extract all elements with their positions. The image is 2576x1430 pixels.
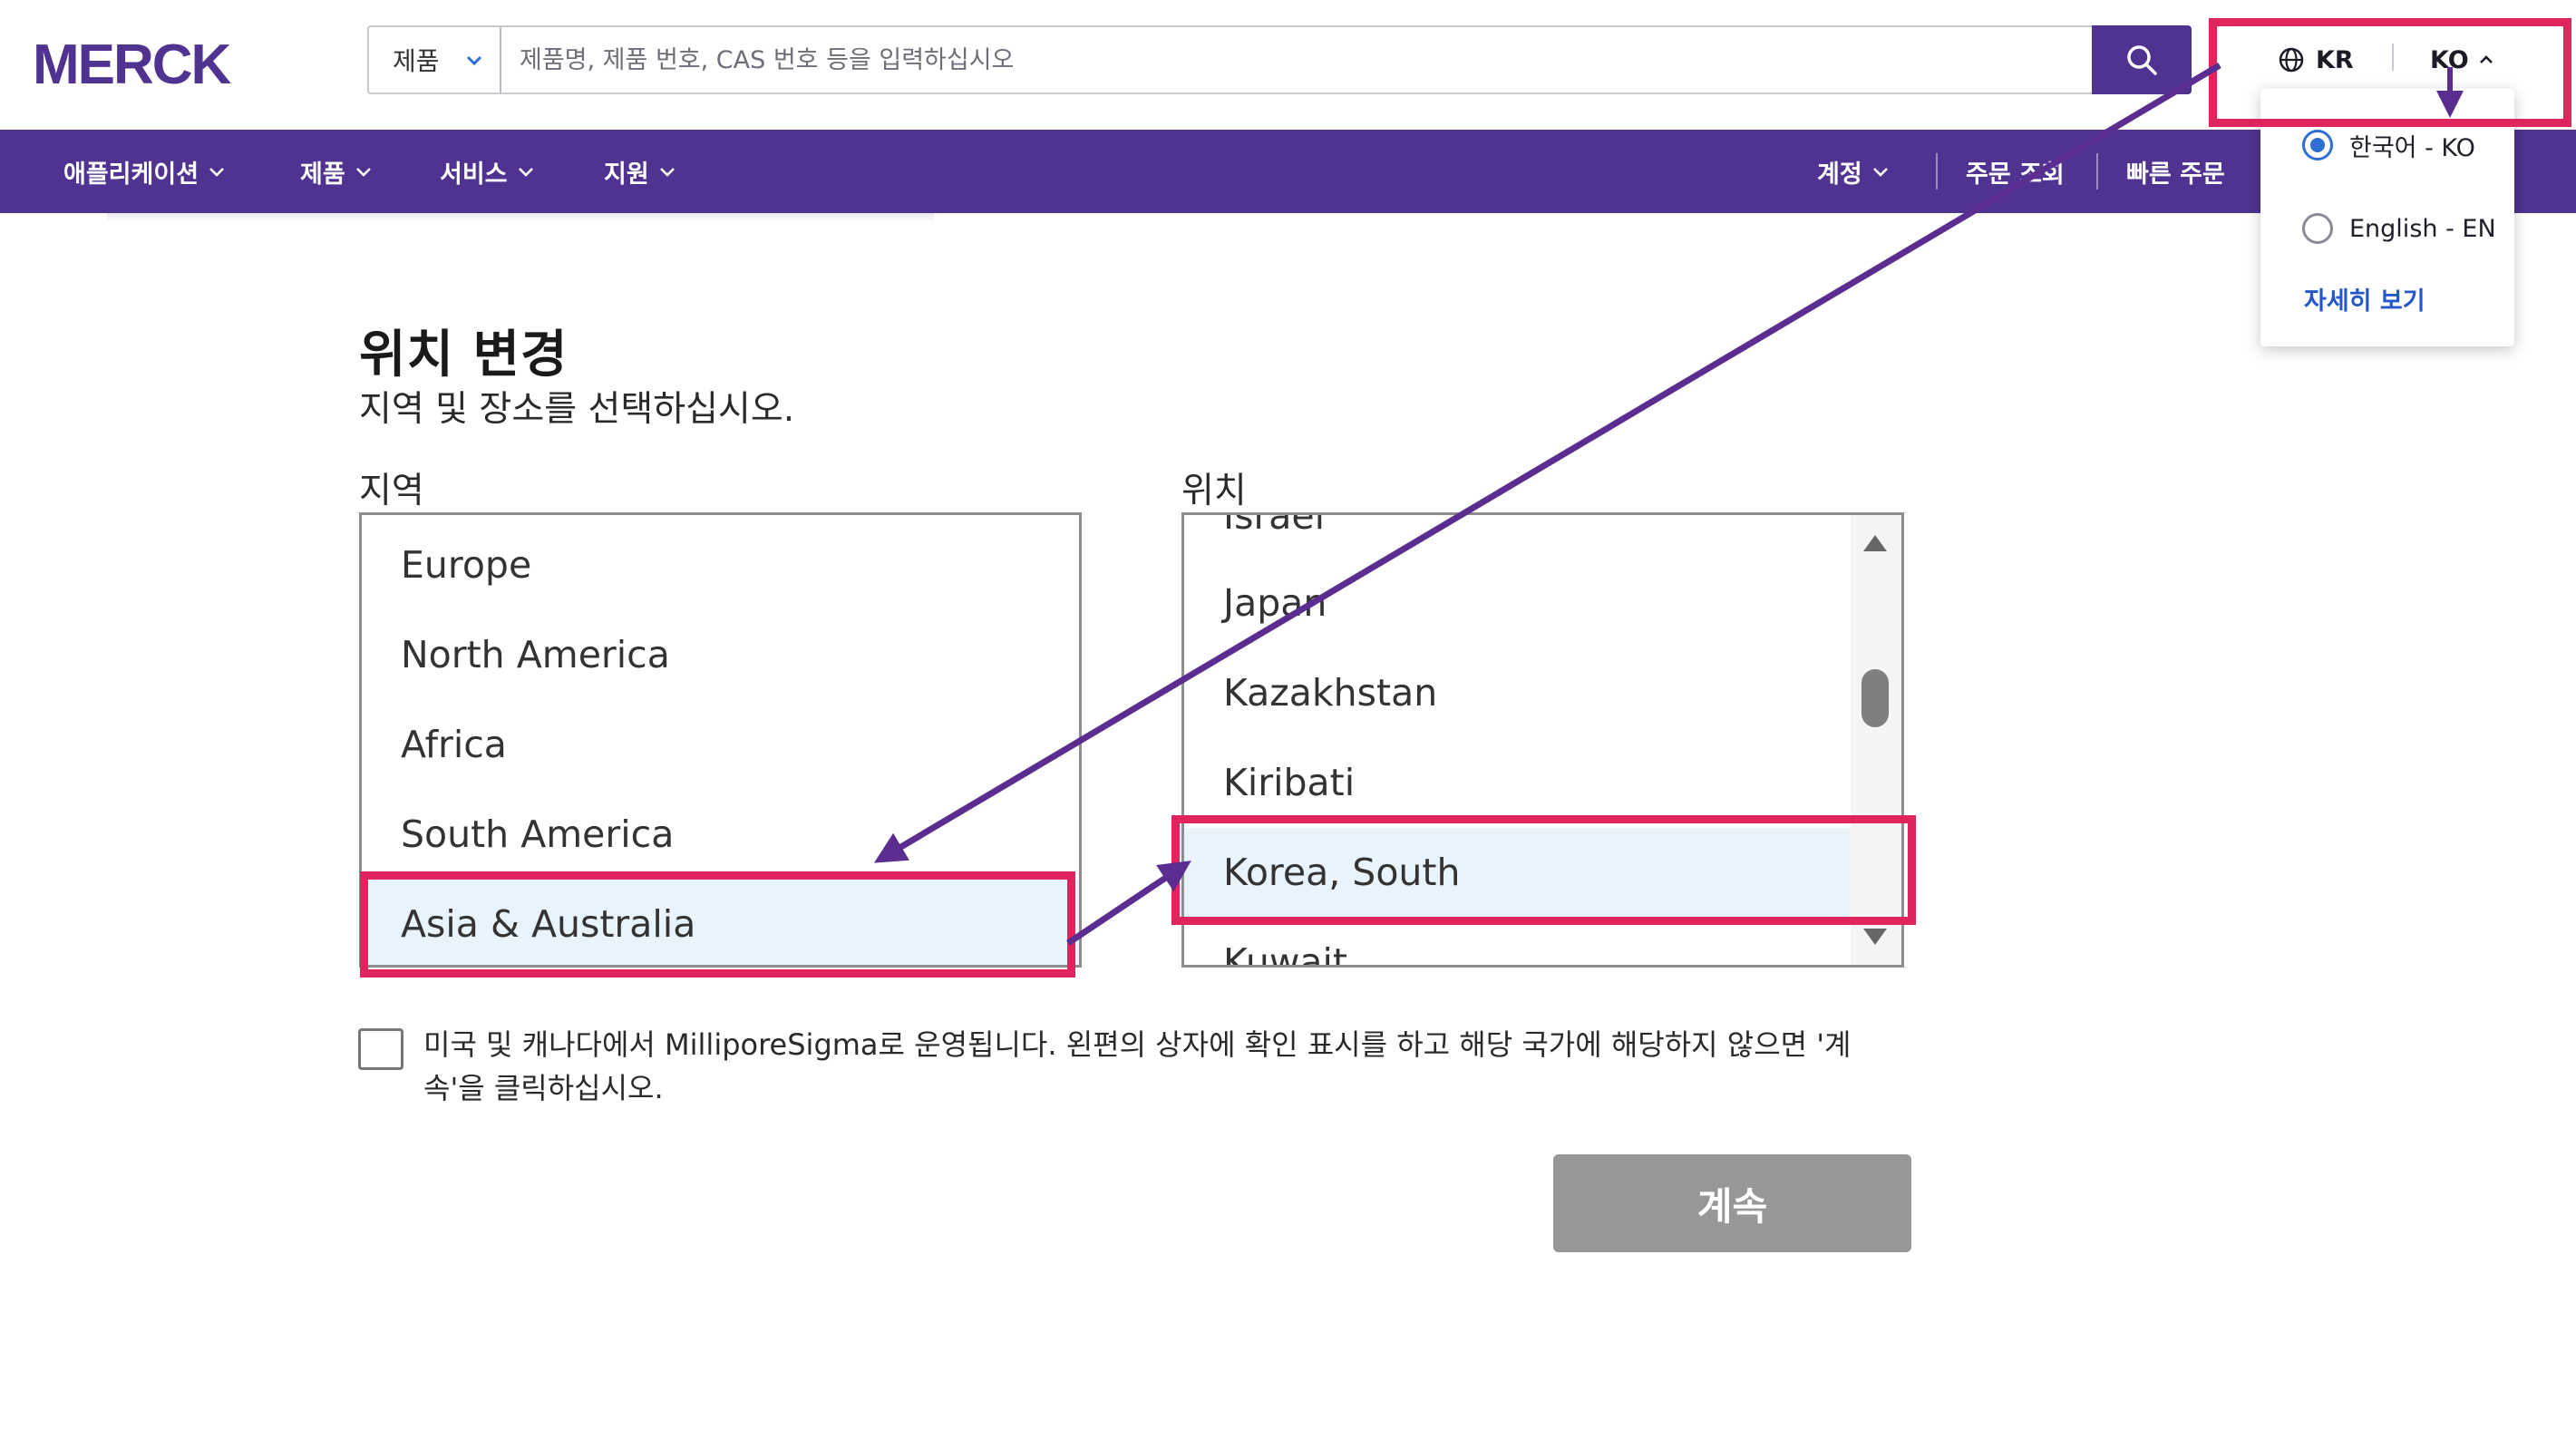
nav-label: 애플리케이션	[63, 160, 199, 189]
region-option[interactable]: Europe	[362, 520, 1079, 609]
main-nav: 애플리케이션 제품 서비스 지원 계정 주문 조회 빠른 주문	[0, 130, 2576, 213]
location-option[interactable]: Kuwait	[1184, 918, 1901, 965]
search-bar: 제품	[367, 25, 2102, 94]
nav-applications[interactable]: 애플리케이션	[63, 130, 226, 213]
nav-order-status[interactable]: 주문 조회	[1966, 130, 2065, 213]
confirm-checkbox[interactable]	[358, 1028, 403, 1070]
location-option[interactable]: Japan	[1184, 559, 1901, 647]
nav-services[interactable]: 서비스	[440, 130, 535, 213]
region-option[interactable]: South America	[362, 790, 1079, 879]
nav-shadow	[107, 213, 934, 222]
chevron-down-icon	[518, 168, 533, 177]
location-label: 위치	[1181, 471, 1247, 511]
language-option-label: English - EN	[2349, 214, 2496, 243]
language-option-ko[interactable]: 한국어 - KO	[2302, 127, 2475, 163]
language-option-label: 한국어 - KO	[2349, 133, 2475, 162]
nav-label: 서비스	[440, 160, 508, 189]
chevron-down-icon	[355, 168, 371, 177]
language-more-link[interactable]: 자세히 보기	[2304, 281, 2425, 316]
location-option[interactable]: Kiribati	[1184, 738, 1901, 827]
search-icon	[2127, 45, 2157, 75]
language-option-en[interactable]: English - EN	[2302, 210, 2496, 247]
logo-wordmark: MERCK	[33, 34, 232, 96]
locale-highlight-box	[2209, 18, 2571, 127]
arrow-region-to-location	[1066, 861, 1191, 946]
nav-label: 주문 조회	[1966, 160, 2065, 189]
nav-divider	[2096, 153, 2098, 190]
language-dropdown: 한국어 - KO English - EN 자세히 보기	[2260, 89, 2514, 346]
nav-label: 빠른 주문	[2126, 160, 2225, 189]
search-button[interactable]	[2092, 25, 2192, 94]
nav-label: 제품	[300, 160, 345, 189]
nav-account[interactable]: 계정	[1817, 130, 1890, 213]
search-scope-label: 제품	[393, 46, 440, 76]
search-input[interactable]	[520, 27, 2061, 92]
region-option[interactable]: North America	[362, 610, 1079, 699]
radio-selected-icon[interactable]	[2302, 130, 2333, 161]
location-option[interactable]: Kazakhstan	[1184, 648, 1901, 737]
chevron-down-icon	[659, 168, 675, 177]
merck-logo[interactable]: MERCK	[33, 27, 305, 118]
nav-support[interactable]: 지원	[604, 130, 676, 213]
scroll-up-arrow-icon[interactable]	[1863, 535, 1887, 551]
location-highlight-box	[1171, 815, 1916, 925]
nav-quick-order[interactable]: 빠른 주문	[2126, 130, 2225, 213]
confirm-text: 미국 및 캐나다에서 MilliporeSigma로 운영됩니다. 왼편의 상자…	[423, 1027, 1852, 1105]
chevron-down-icon	[1872, 168, 1888, 177]
scroll-thumb[interactable]	[1862, 669, 1889, 727]
chevron-down-icon	[209, 168, 224, 177]
region-highlight-box	[360, 871, 1075, 978]
radio-unselected-icon[interactable]	[2302, 213, 2333, 244]
location-option[interactable]: Israel	[1184, 515, 1901, 560]
continue-button[interactable]: 계속	[1553, 1154, 1911, 1252]
page-title: 위치 변경	[359, 326, 569, 384]
page-subtitle: 지역 및 장소를 선택하십시오.	[359, 389, 795, 430]
nav-products[interactable]: 제품	[300, 130, 373, 213]
search-scope-select[interactable]: 제품	[369, 27, 501, 92]
region-label: 지역	[359, 471, 424, 511]
scroll-down-arrow-icon[interactable]	[1863, 929, 1887, 945]
nav-label: 지원	[604, 160, 649, 189]
nav-label: 계정	[1817, 160, 1862, 189]
region-option[interactable]: Africa	[362, 700, 1079, 789]
chevron-down-icon	[466, 55, 482, 66]
nav-divider	[1936, 153, 1938, 190]
